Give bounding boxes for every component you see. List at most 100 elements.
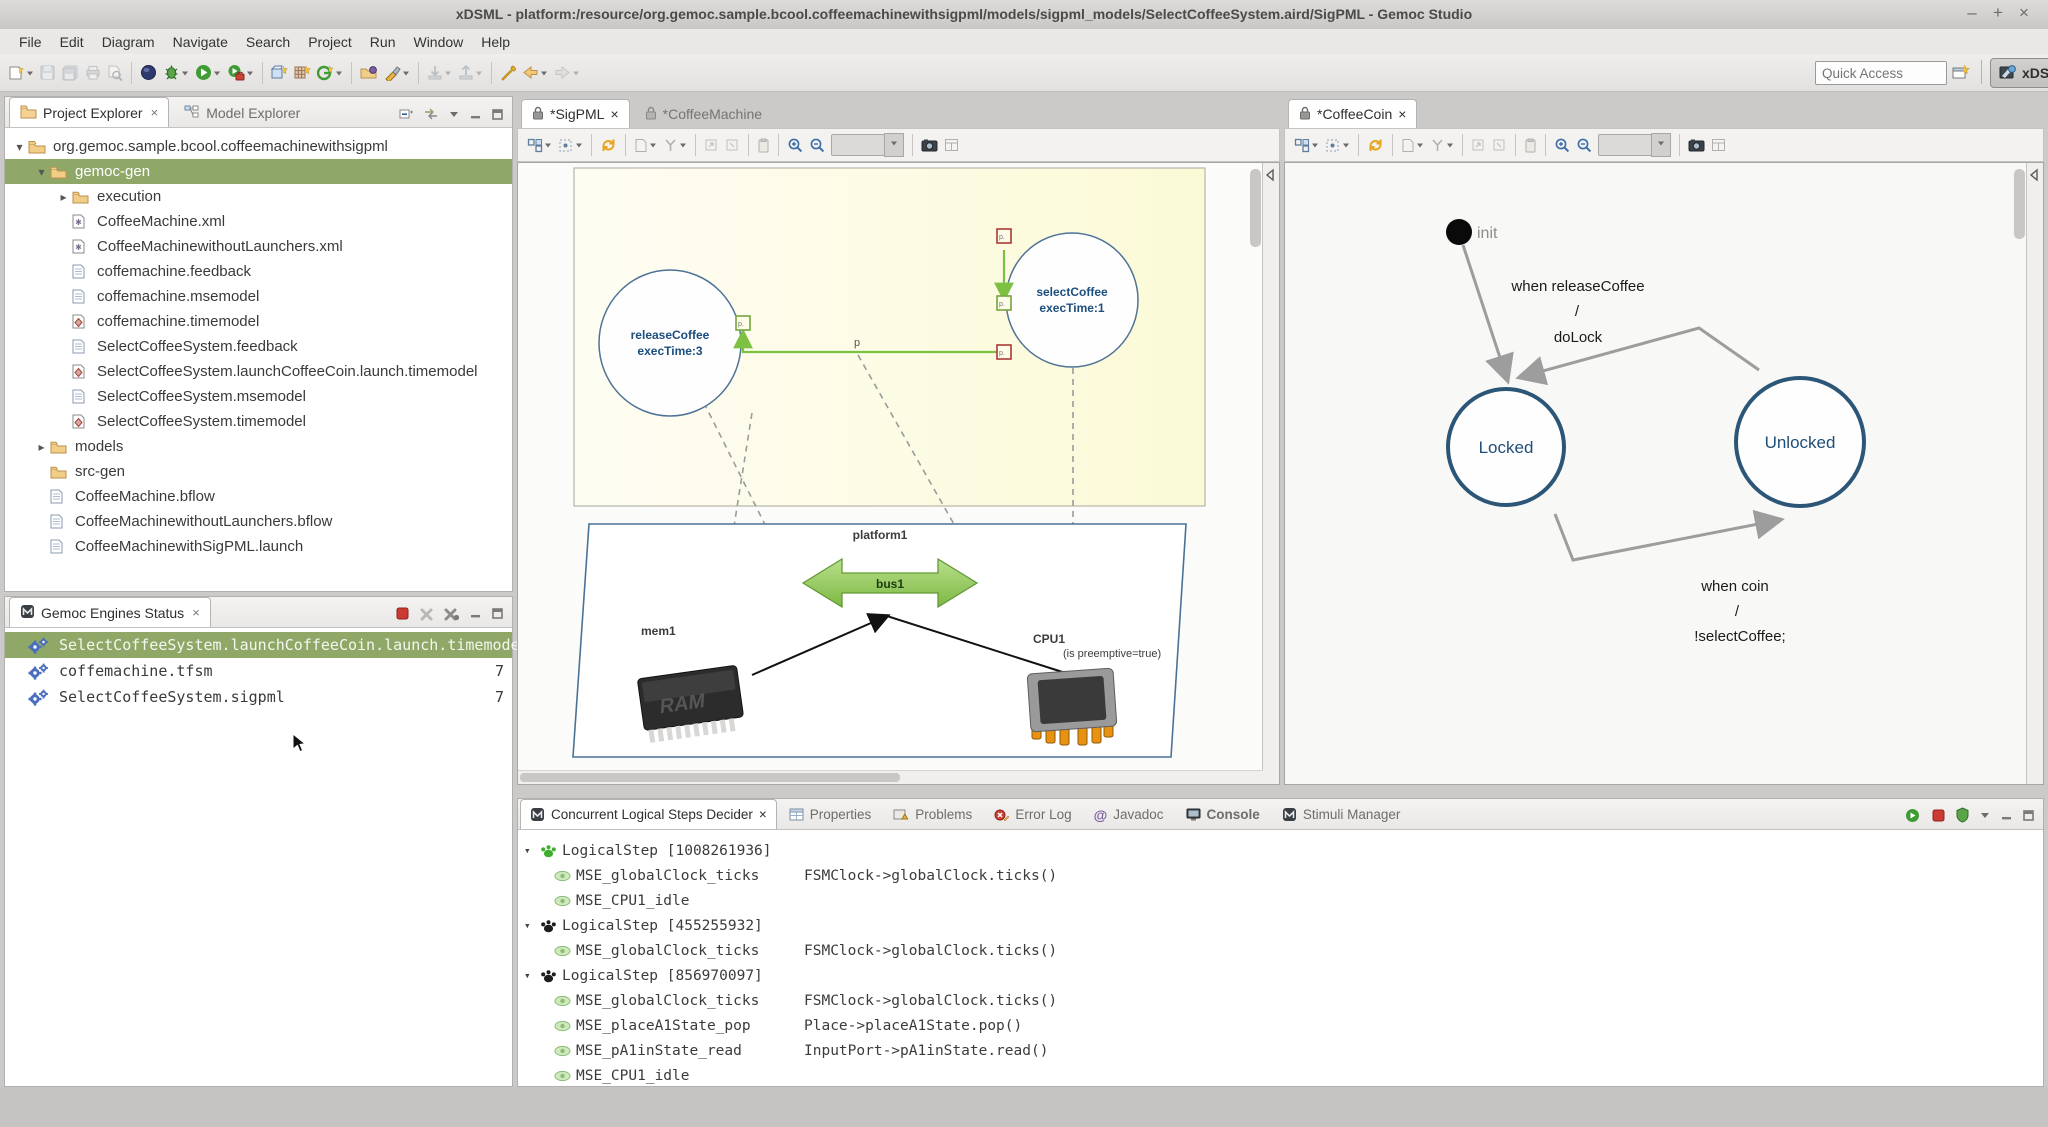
maximize-window-button[interactable]: + [1986, 3, 2010, 23]
dropdown-arrow-icon[interactable] [335, 69, 343, 77]
tab-concurrent-logical-steps-decider[interactable]: Concurrent Logical Steps Decider× [520, 799, 777, 829]
new-file-button[interactable] [7, 60, 36, 86]
save-all-button[interactable] [60, 60, 81, 86]
fork-gray-button[interactable] [661, 132, 689, 158]
dropdown-arrow-icon[interactable] [544, 141, 552, 149]
tab-problems[interactable]: Problems [883, 799, 982, 829]
dropdown-arrow-icon[interactable] [572, 69, 580, 77]
tree-item-coffeemachinewithoutlaunchers-xml[interactable]: CoffeeMachinewithoutLaunchers.xml [5, 234, 512, 259]
maximize-view-icon[interactable] [491, 608, 504, 619]
refresh-button[interactable] [1365, 132, 1386, 158]
engine-row-selectcoffeesystem-launchcoffeecoin-launch-timemodel[interactable]: SelectCoffeeSystem.launchCoffeeCoin.laun… [5, 632, 512, 658]
coffeecoin-canvas[interactable]: init when releaseCoffee / doLock when co… [1284, 162, 2044, 785]
sigpml-canvas[interactable]: platform1 bus1 mem1 RAM [517, 162, 1280, 785]
tree-item-coffeemachine-bflow[interactable]: CoffeeMachine.bflow [5, 484, 512, 509]
engine-row-coffemachine-tfsm[interactable]: coffemachine.tfsm7 [5, 658, 512, 684]
zoom-in-button[interactable] [1552, 132, 1572, 158]
dropdown-arrow-icon[interactable] [475, 69, 483, 77]
new-yellow-button[interactable] [498, 60, 518, 86]
open-perspective-icon[interactable] [1952, 64, 1970, 87]
filters-button[interactable] [556, 132, 585, 158]
dropdown-arrow-icon[interactable] [181, 69, 189, 77]
run-button[interactable] [193, 60, 223, 86]
page-gray-button[interactable] [632, 132, 659, 158]
engine-row-selectcoffeesystem-sigpml[interactable]: SelectCoffeeSystem.sigpml7 [5, 684, 512, 710]
expander-collapsed-icon[interactable]: ▸ [55, 190, 72, 204]
expander-expanded-icon[interactable]: ▾ [11, 140, 28, 154]
dropdown-arrow-icon[interactable] [890, 139, 898, 147]
zoom-level-combo[interactable] [831, 133, 904, 157]
camera-button[interactable] [1686, 132, 1707, 158]
dropdown-arrow-icon[interactable] [1342, 141, 1350, 149]
tree-item-coffemachine-msemodel[interactable]: coffemachine.msemodel [5, 284, 512, 309]
menu-search[interactable]: Search [237, 31, 299, 53]
refresh-button[interactable] [598, 132, 619, 158]
mse-event-row[interactable]: MSE_placeA1State_popPlace->placeA1State.… [518, 1013, 2043, 1038]
dropdown-arrow-icon[interactable] [1311, 141, 1319, 149]
tree-item-coffeemachinewithsigpml-launch[interactable]: CoffeeMachinewithSigPML.launch [5, 534, 512, 559]
search-doc-button[interactable] [105, 60, 125, 86]
dispose-engine-icon[interactable] [419, 607, 434, 621]
link-with-editor-icon[interactable] [423, 107, 439, 121]
close-icon[interactable]: × [1398, 106, 1406, 122]
selector-button[interactable] [1292, 132, 1321, 158]
quick-access-input[interactable] [1815, 61, 1947, 85]
menu-edit[interactable]: Edit [51, 31, 93, 53]
tree-item-models[interactable]: ▸models [5, 434, 512, 459]
fork-gray-button[interactable] [1428, 132, 1456, 158]
output-port[interactable]: p. [736, 316, 750, 330]
new-wiz-button[interactable] [269, 60, 290, 86]
sigpml-vertical-scrollbar[interactable] [1250, 169, 1261, 247]
menu-diagram[interactable]: Diagram [93, 31, 164, 53]
tree-item-src-gen[interactable]: src-gen [5, 459, 512, 484]
reg-wiz-button[interactable] [292, 60, 313, 86]
mse-event-row[interactable]: MSE_globalClock_ticksFSMClock->globalClo… [518, 863, 2043, 888]
transition-locked-to-unlocked[interactable] [1555, 514, 1779, 560]
expander-expanded-icon[interactable]: ▾ [524, 969, 540, 982]
menu-project[interactable]: Project [299, 31, 361, 53]
zoom-in-button[interactable] [785, 132, 805, 158]
tree-item-coffemachine-timemodel[interactable]: coffemachine.timemodel [5, 309, 512, 334]
dropdown-arrow-icon[interactable] [26, 69, 34, 77]
tab-project-explorer[interactable]: Project Explorer × [9, 97, 169, 127]
close-icon[interactable]: × [192, 605, 200, 620]
dropdown-arrow-icon[interactable] [1416, 141, 1424, 149]
tab-error-log[interactable]: Error Log [984, 799, 1081, 829]
grid2-button[interactable] [1709, 132, 1728, 158]
tab-gemoc-engines-status[interactable]: Gemoc Engines Status × [9, 597, 211, 627]
state-unlocked[interactable]: Unlocked [1736, 378, 1864, 506]
collapse-all-icon[interactable] [398, 107, 414, 121]
dropdown-arrow-icon[interactable] [1657, 139, 1665, 147]
tab-sigpml[interactable]: *SigPML × [521, 99, 630, 128]
close-icon[interactable]: × [151, 105, 159, 120]
filters-button[interactable] [1323, 132, 1352, 158]
minimize-view-icon[interactable] [469, 608, 482, 619]
tree-item-selectcoffeesystem-launchcoffeecoin-launch-timemodel[interactable]: SelectCoffeeSystem.launchCoffeeCoin.laun… [5, 359, 512, 384]
view-menu-icon[interactable] [448, 109, 460, 119]
dropdown-arrow-icon[interactable] [540, 69, 548, 77]
tree-item-coffeemachinewithoutlaunchers-bflow[interactable]: CoffeeMachinewithoutLaunchers.bflow [5, 509, 512, 534]
debug-button[interactable] [161, 60, 191, 86]
run-ext-button[interactable] [225, 60, 256, 86]
platform-label[interactable]: platform1 [853, 528, 908, 542]
zoom-level-combo[interactable] [1598, 133, 1671, 157]
tree-item-execution[interactable]: ▸execution [5, 184, 512, 209]
close-icon[interactable]: × [759, 807, 767, 822]
camera-button[interactable] [919, 132, 940, 158]
input-port[interactable]: p. [997, 229, 1011, 243]
step-forward-icon[interactable] [1905, 808, 1922, 823]
transition-label-selectcoffee[interactable]: when coin / !selectCoffee; [1694, 578, 1785, 645]
maximize-view-icon[interactable] [491, 109, 504, 120]
mse-event-row[interactable]: MSE_CPU1_idle [518, 1063, 2043, 1088]
export-button[interactable] [456, 60, 485, 86]
tab-stimuli-manager[interactable]: Stimuli Manager [1272, 799, 1411, 829]
minimize-view-icon[interactable] [469, 109, 482, 120]
save-button[interactable] [38, 60, 58, 86]
state-locked[interactable]: Locked [1448, 389, 1564, 505]
expander-collapsed-icon[interactable]: ▸ [33, 440, 50, 454]
tree-item-selectcoffeesystem-feedback[interactable]: SelectCoffeeSystem.feedback [5, 334, 512, 359]
arrange1-button[interactable] [702, 132, 721, 158]
tab-console[interactable]: Console [1176, 799, 1270, 829]
g-wiz-button[interactable] [315, 60, 345, 86]
initial-transition[interactable] [1463, 245, 1507, 379]
